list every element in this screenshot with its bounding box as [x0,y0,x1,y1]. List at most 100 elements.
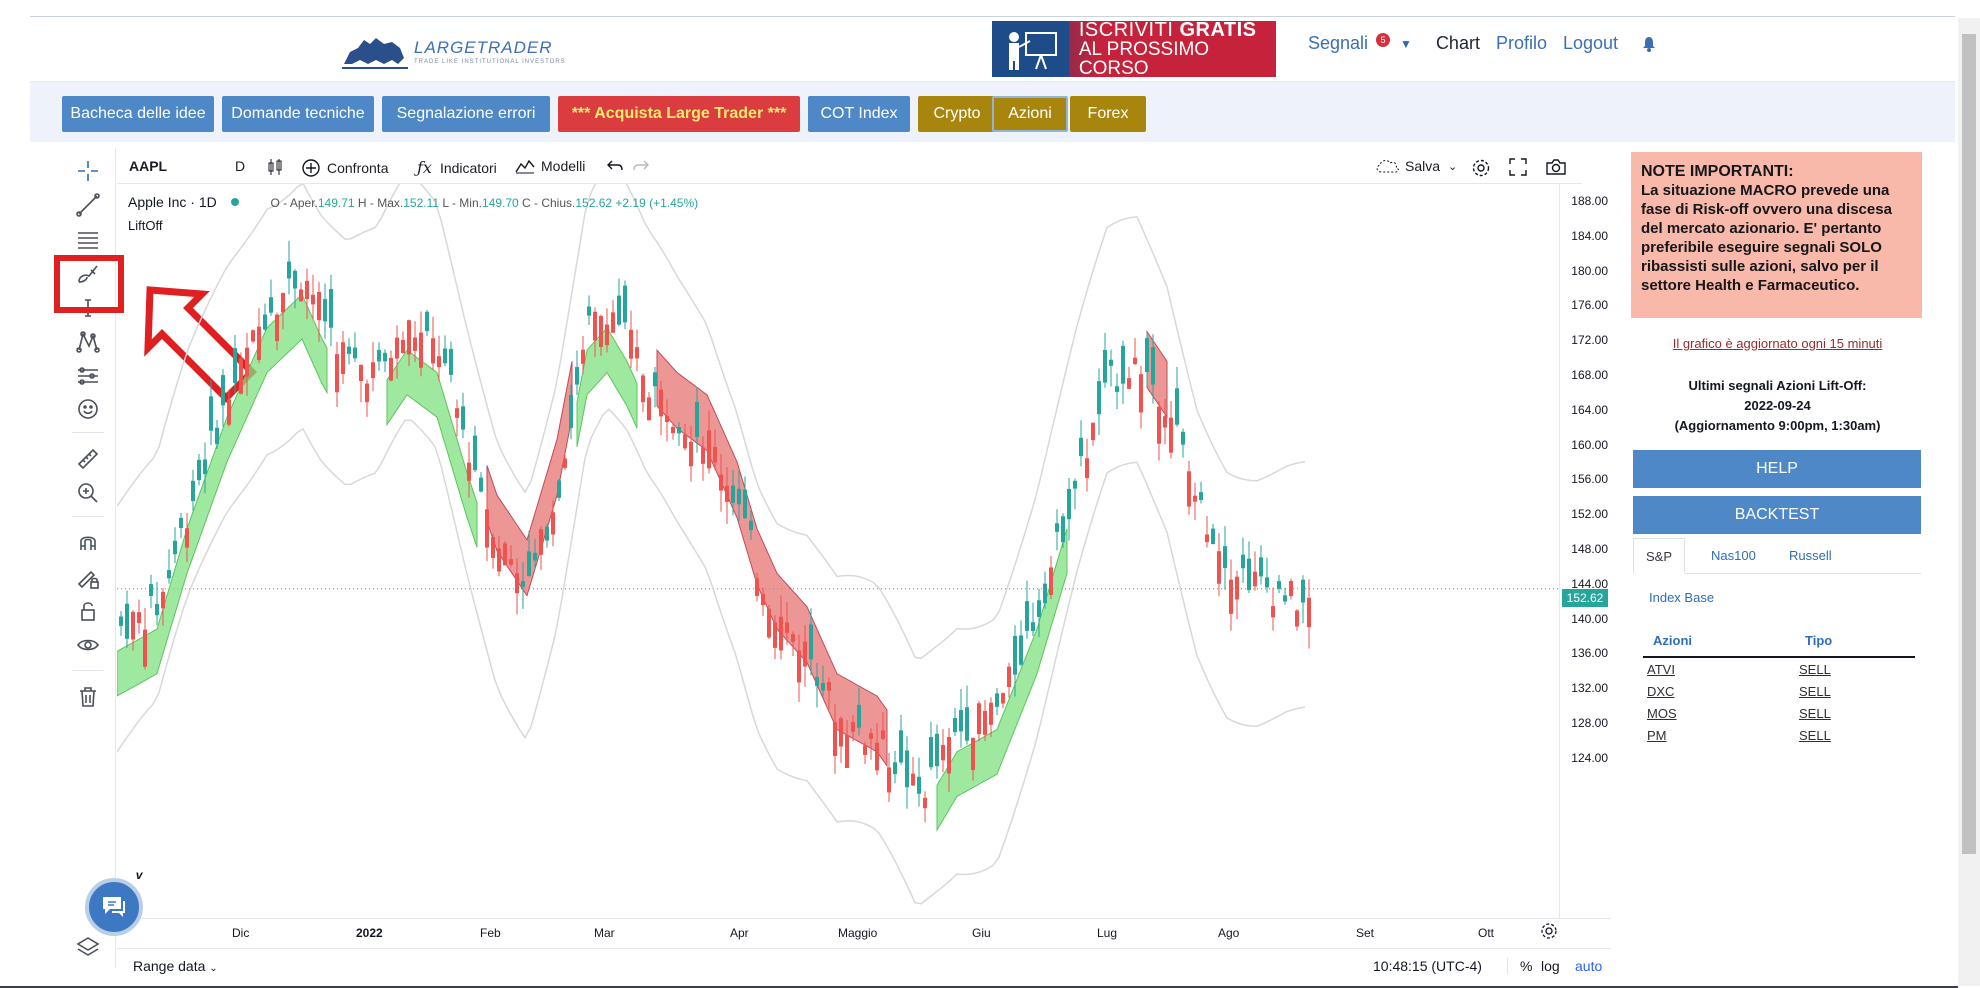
table-row: MOS SELL [1643,702,1915,724]
pattern-icon[interactable] [73,326,103,356]
update-note-link[interactable]: Il grafico è aggiornato ogni 15 minuti [1625,336,1930,351]
camera-icon[interactable] [1545,158,1567,176]
auto-toggle[interactable]: auto [1575,958,1602,974]
price-tick-label: 136.00 [1571,646,1608,661]
signal-type-link[interactable]: SELL [1799,684,1831,699]
help-button[interactable]: HELP [1633,450,1921,488]
liftoff-cloud-up [117,293,328,697]
tab-russell[interactable]: Russell [1777,538,1844,574]
report-errors-button[interactable]: Segnalazione errori [382,96,550,132]
buy-large-trader-button[interactable]: *** Acquista Large Trader *** [558,96,800,132]
signals-table: Azioni Tipo ATVI SELL DXC SELL MOS SELL PM SELL [1643,624,1915,746]
page-scrollbar[interactable] [1958,18,1980,986]
undo-icon[interactable] [607,158,623,172]
date-range-button[interactable]: Range data ⌄ [133,958,218,974]
fullscreen-icon[interactable] [1509,158,1527,176]
save-button[interactable]: Salva ⌄ [1375,158,1457,174]
table-header: Azioni Tipo [1643,624,1915,658]
logo-main-text: LARGE [414,38,477,57]
ticker-link[interactable]: PM [1647,728,1667,743]
trash-icon[interactable] [73,682,103,712]
signal-type-link[interactable]: SELL [1799,706,1831,721]
time-tick-label: Ott [1478,926,1495,940]
crosshair-icon[interactable] [73,156,103,186]
compare-button[interactable]: Confronta [301,158,388,178]
chevron-down-icon[interactable]: ▼ [1400,37,1412,51]
log-toggle[interactable]: log [1541,958,1560,974]
candle [1121,340,1125,404]
eye-icon[interactable] [73,630,103,660]
legend-low-label: L - Min. [442,196,482,210]
signal-type-link[interactable]: SELL [1799,662,1831,677]
layers-icon[interactable] [73,932,103,962]
indicators-button[interactable]: ƒx Indicatori [417,158,497,177]
ideas-board-button[interactable]: Bacheca delle idee [62,96,214,132]
nav-logout[interactable]: Logout [1563,33,1618,54]
clock-time[interactable]: 10:48:15 (UTC-4) [1373,958,1482,974]
price-tick-label: 180.00 [1571,263,1608,278]
note-title: NOTE IMPORTANTI: [1641,163,1794,180]
table-row: DXC SELL [1643,680,1915,702]
percent-toggle[interactable]: % [1507,958,1532,974]
crypto-button[interactable]: Crypto [918,96,996,132]
candles-icon[interactable] [267,158,283,176]
scrollbar-thumb[interactable] [1962,34,1976,854]
technical-questions-button[interactable]: Domande tecniche [222,96,374,132]
liftoff-cloud-up [936,528,1068,832]
smiley-icon[interactable] [73,394,103,424]
fib-lines-icon[interactable] [73,224,103,254]
templates-button[interactable]: Modelli [515,158,585,174]
tab-nas100[interactable]: Nas100 [1699,538,1768,574]
candle [1115,373,1119,410]
candle [1103,332,1107,388]
candle [191,469,195,511]
chart-legend: Apple Inc · 1D O - Aper.149.71 H - Max.1… [128,194,698,210]
interval-selector[interactable]: D [235,158,245,174]
prediction-icon[interactable] [73,360,103,390]
symbol-search[interactable]: AAPL [129,158,167,174]
magnet-icon[interactable] [73,528,103,558]
price-tick-label: 168.00 [1571,368,1608,382]
candle [1241,537,1245,583]
candle [359,364,363,403]
price-tick-label: 128.00 [1571,716,1608,730]
ticker-link[interactable]: DXC [1647,684,1674,699]
time-tick-label: 2022 [356,926,383,940]
note-text: La situazione MACRO prevede una fase di … [1641,182,1892,294]
trend-line-icon[interactable] [73,190,103,220]
nav-signals[interactable]: Segnali [1308,33,1368,54]
col-azioni: Azioni [1653,632,1692,648]
nav-chart[interactable]: Chart [1436,33,1480,54]
signals-badge: 5 [1376,32,1391,47]
candle [1127,366,1131,390]
forex-button[interactable]: Forex [1070,96,1146,132]
logo[interactable]: LARGETRADER TRADE LIKE INSTITUTIONAL INV… [340,27,600,77]
chat-button[interactable] [85,878,143,936]
cot-index-button[interactable]: COT Index [808,96,910,132]
nav-profile[interactable]: Profilo [1496,33,1547,54]
signal-type-link[interactable]: SELL [1799,728,1831,743]
axis-settings-icon[interactable] [1540,922,1558,945]
course-banner[interactable]: ISCRIVITI GRATIS AL PROSSIMO CORSO [992,21,1276,77]
candle [269,279,273,316]
azioni-button[interactable]: Azioni [992,96,1068,132]
candle [461,392,465,439]
redo-icon[interactable] [633,158,649,172]
lock-pencil-icon[interactable] [73,562,103,592]
tab-sp[interactable]: S&P [1633,538,1686,574]
bell-icon[interactable] [1642,36,1656,52]
teacher-board-icon [992,21,1069,77]
ticker-link[interactable]: ATVI [1647,662,1675,677]
tab-index-base[interactable]: Index Base [1649,590,1714,605]
candle [1289,578,1293,600]
backtest-button[interactable]: BACKTEST [1633,496,1921,534]
lock-icon[interactable] [73,596,103,626]
ruler-icon[interactable] [73,444,103,474]
candle [647,392,651,421]
settings-gear-icon[interactable] [1471,158,1491,178]
zoom-in-icon[interactable] [73,478,103,508]
legend-open: 149.71 [317,196,355,210]
price-chart[interactable] [117,184,1559,918]
ticker-link[interactable]: MOS [1647,706,1677,721]
candle [251,329,255,344]
